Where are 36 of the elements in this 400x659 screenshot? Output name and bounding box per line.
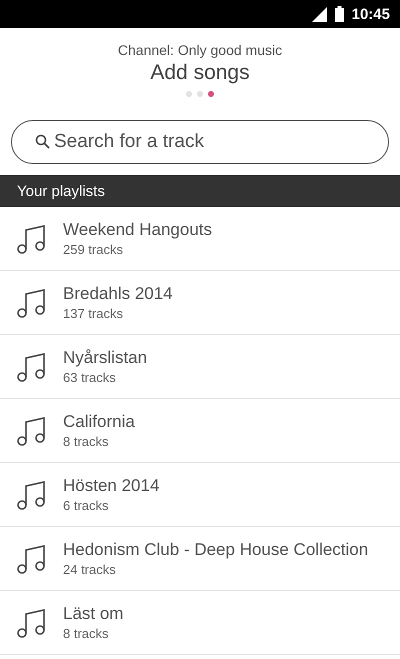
track-count: 137 tracks	[63, 304, 124, 322]
playlist-name: Nyårslistan	[63, 346, 148, 368]
section-title: Your playlists	[17, 182, 105, 200]
track-count: 8 tracks	[63, 432, 110, 450]
playlist-name: Läst om	[63, 602, 124, 624]
playlist-name: Bredahls 2014	[63, 282, 173, 304]
music-note-icon	[17, 350, 47, 382]
channel-name: Channel: Only good music	[118, 41, 282, 59]
clock: 10:45	[352, 6, 390, 22]
music-note-icon	[17, 222, 47, 254]
playlist-item[interactable]: Weekend Hangouts 259 tracks	[0, 207, 400, 271]
playlist-item[interactable]: Hedonism Club - Deep House Collection 24 tracks	[0, 527, 400, 591]
music-note-icon	[17, 286, 47, 318]
track-count: 63 tracks	[63, 368, 117, 386]
playlist-name: California	[63, 410, 135, 432]
search-icon	[35, 134, 50, 149]
page-title: Add songs	[150, 60, 250, 86]
playlist-item[interactable]: Hösten 2014 6 tracks	[0, 463, 400, 527]
battery-icon	[334, 6, 344, 22]
playlist-item[interactable]: Läst om 8 tracks	[0, 591, 400, 655]
music-note-icon	[17, 478, 47, 510]
track-count: 6 tracks	[63, 496, 110, 514]
playlist-item[interactable]: Bredahls 2014 137 tracks	[0, 271, 400, 335]
track-count: 24 tracks	[63, 560, 117, 578]
track-count: 259 tracks	[63, 240, 124, 258]
search-field[interactable]: Search for a track	[11, 120, 389, 164]
playlist-name: Hedonism Club - Deep House Collection	[63, 538, 368, 560]
music-note-icon	[17, 414, 47, 446]
music-note-icon	[17, 542, 47, 574]
playlist-name: Weekend Hangouts	[63, 218, 212, 240]
signal-icon	[312, 6, 327, 22]
playlist-name: Hösten 2014	[63, 474, 160, 496]
playlist-item[interactable]: California 8 tracks	[0, 399, 400, 463]
track-count: 8 tracks	[63, 624, 110, 642]
music-note-icon	[17, 606, 47, 638]
playlist-item[interactable]: Nyårslistan 63 tracks	[0, 335, 400, 399]
